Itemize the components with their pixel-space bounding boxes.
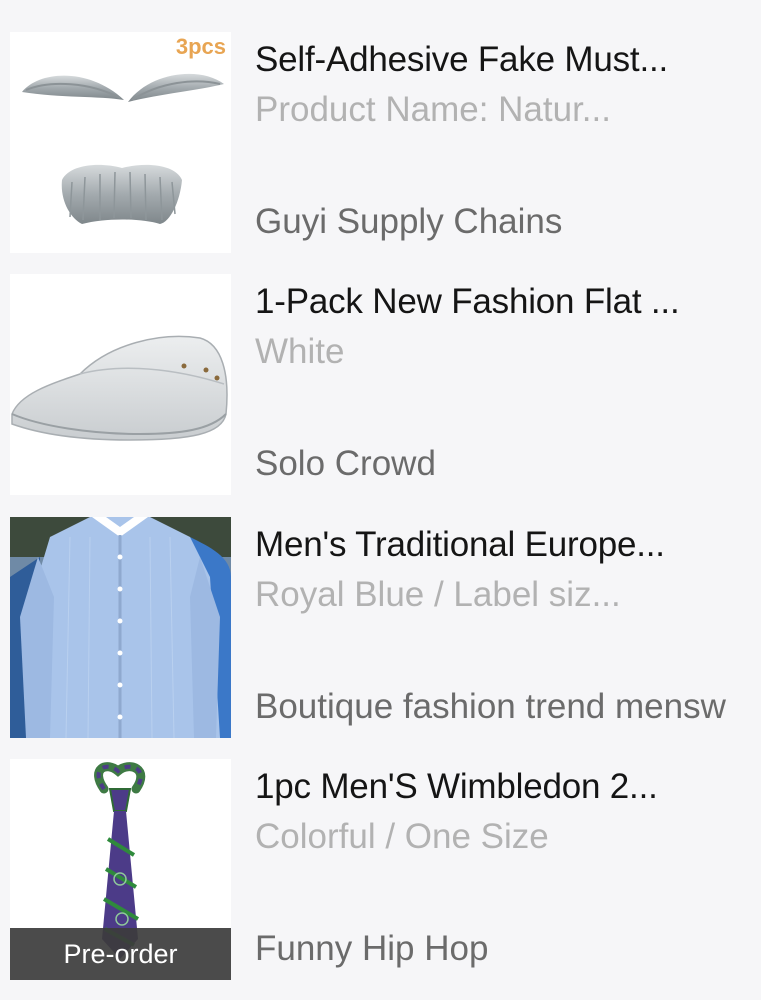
product-variant[interactable]: White [255,332,344,372]
product-title[interactable]: Men's Traditional Europe... [255,525,665,565]
fake-mustache-eyebrows-icon [22,73,224,224]
white-flat-cap-icon [11,335,228,441]
product-title[interactable]: Self-Adhesive Fake Must... [255,40,668,80]
product-variant[interactable]: Colorful / One Size [255,817,549,857]
product-image[interactable] [10,274,231,495]
shop-name[interactable]: Guyi Supply Chains [255,202,562,242]
cart-item-list: 3pcs Self-Adhesive Fake Must... Product … [0,0,761,1000]
item-info: 1pc Men'S Wimbledon 2... Colorful / One … [255,759,761,980]
product-image[interactable] [10,517,231,738]
product-variant[interactable]: Royal Blue / Label siz... [255,575,621,615]
shop-name[interactable]: Funny Hip Hop [255,929,488,969]
item-info: 1-Pack New Fashion Flat ... White Solo C… [255,274,761,495]
product-title[interactable]: 1-Pack New Fashion Flat ... [255,282,680,322]
cart-item[interactable]: Pre-order 1pc Men'S Wimbledon 2... Color… [0,759,761,981]
shop-name[interactable]: Solo Crowd [255,444,436,484]
preorder-badge: Pre-order [10,928,231,980]
product-image[interactable]: 3pcs [10,32,231,253]
quantity-badge: 3pcs [175,34,226,59]
product-variant[interactable]: Product Name: Natur... [255,90,611,130]
cart-item[interactable]: 1-Pack New Fashion Flat ... White Solo C… [0,274,761,496]
cart-item[interactable]: Men's Traditional Europe... Royal Blue /… [0,517,761,739]
product-image[interactable]: Pre-order [10,759,231,980]
cart-item[interactable]: 3pcs Self-Adhesive Fake Must... Product … [0,32,761,254]
shop-name[interactable]: Boutique fashion trend mensw [255,687,726,727]
item-info: Men's Traditional Europe... Royal Blue /… [255,517,761,738]
product-title[interactable]: 1pc Men'S Wimbledon 2... [255,767,658,807]
blue-dress-shirt-icon [10,517,231,738]
item-info: Self-Adhesive Fake Must... Product Name:… [255,32,761,253]
